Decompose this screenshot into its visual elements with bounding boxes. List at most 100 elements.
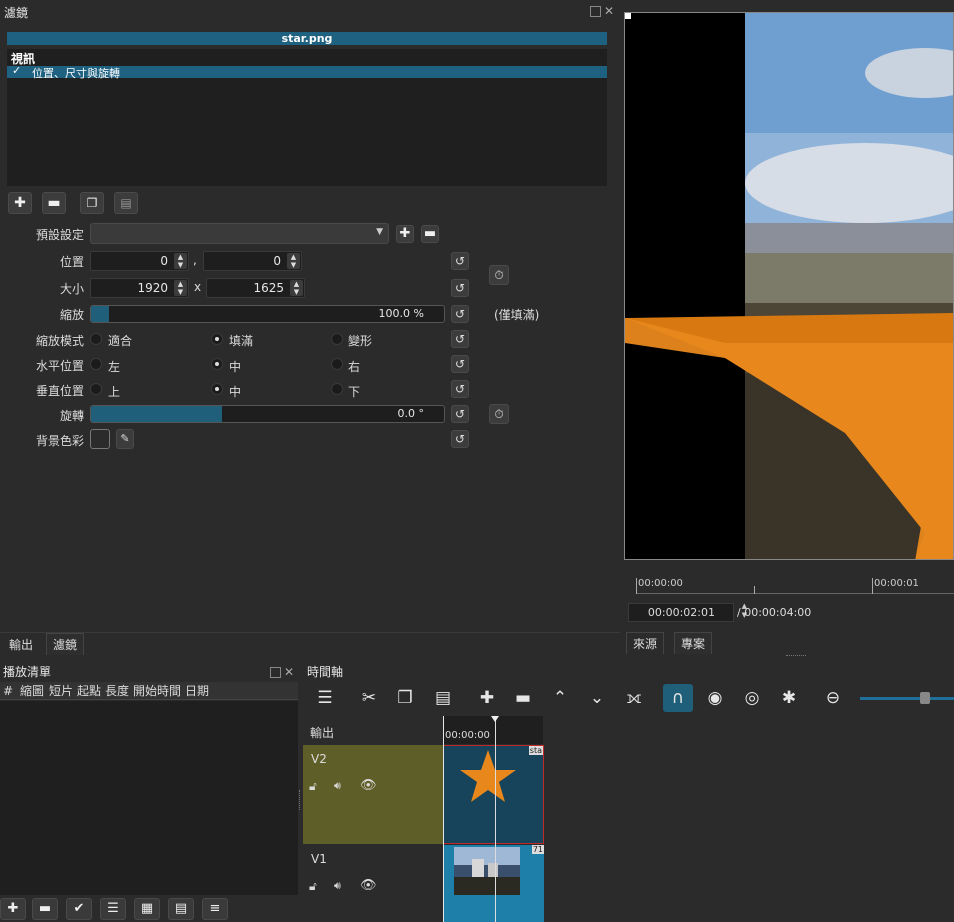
valign-radio-top[interactable] (90, 383, 102, 395)
icons-view-icon[interactable]: ▤ (168, 898, 194, 920)
remove-minus-icon[interactable]: ▬ (508, 684, 538, 712)
paste-icon[interactable]: ▤ (428, 684, 458, 712)
valign-reset-icon[interactable]: ↺ (451, 380, 469, 398)
details-view-icon[interactable]: ☰ (100, 898, 126, 920)
clip-star[interactable]: sta (443, 745, 544, 844)
copy-icon[interactable]: ❐ (390, 684, 420, 712)
zoom-slider[interactable]: 100.0 % (90, 305, 445, 323)
col-duration[interactable]: 長度 (105, 682, 129, 700)
position-x-field[interactable]: 0 ▲ ▼ (90, 251, 189, 271)
scale-mode-reset-icon[interactable]: ↺ (451, 330, 469, 348)
valign-radio-middle[interactable] (211, 383, 223, 395)
zoom-slider-track[interactable] (860, 692, 954, 704)
add-filter-button[interactable]: ✚ (8, 192, 32, 214)
mute-speaker-icon[interactable]: 🔊︎ (334, 879, 341, 893)
size-h-field[interactable]: 1625 ▲ ▼ (206, 278, 305, 298)
video-viewport[interactable] (624, 12, 954, 560)
update-check-icon[interactable]: ✔ (66, 898, 92, 920)
size-reset-icon[interactable]: ↺ (451, 279, 469, 297)
split-icon[interactable]: ⟗ (619, 684, 649, 712)
track-start-line (443, 716, 444, 922)
bgcolor-swatch[interactable] (90, 429, 110, 449)
playhead[interactable] (491, 716, 499, 922)
bgcolor-reset-icon[interactable]: ↺ (451, 430, 469, 448)
lock-icon[interactable]: 🔓︎ (309, 779, 317, 794)
track-header-v2[interactable]: V2 🔓︎ 🔊︎ 👁︎ (303, 745, 443, 844)
col-number[interactable]: # (3, 682, 13, 700)
splitter-handle[interactable] (786, 655, 806, 659)
corner-handle[interactable] (625, 13, 631, 19)
position-y-field[interactable]: 0 ▲ ▼ (203, 251, 302, 271)
tab-filters[interactable]: 濾鏡 (46, 633, 85, 655)
close-icon[interactable]: ✕ (604, 4, 614, 18)
col-start[interactable]: 開始時間 (133, 682, 181, 700)
mute-speaker-icon[interactable]: 🔊︎ (334, 779, 341, 793)
ripple-all-icon[interactable]: ✱ (774, 684, 804, 712)
scale-mode-radio-distort[interactable] (331, 333, 343, 345)
append-plus-icon[interactable]: ✚ (472, 684, 502, 712)
remove-filter-button[interactable]: ▬ (42, 192, 66, 214)
tiles-view-icon[interactable]: ▦ (134, 898, 160, 920)
float-icon[interactable] (270, 667, 281, 678)
spin-arrows-icon[interactable]: ▲ ▼ (174, 253, 187, 269)
lift-up-icon[interactable]: ⌃ (545, 684, 575, 712)
preset-select[interactable]: ▼ (90, 223, 389, 244)
ripple-target-icon[interactable]: ◎ (737, 684, 767, 712)
zoom-slider-handle[interactable] (920, 692, 930, 704)
add-button[interactable]: ✚ (0, 898, 26, 920)
snap-magnet-icon[interactable]: ∩ (663, 684, 693, 712)
tab-project[interactable]: 專案 (674, 632, 713, 654)
filter-list-item[interactable]: ✓ 位置、尺寸與旋轉 (7, 64, 607, 80)
overwrite-down-icon[interactable]: ⌄ (582, 684, 612, 712)
clip-photo[interactable]: 71 (443, 845, 544, 922)
tab-output[interactable]: 輸出 (2, 633, 41, 655)
player-ruler[interactable]: 00:00:00 00:00:01 (636, 568, 954, 594)
col-in[interactable]: 起點 (77, 682, 101, 700)
zoom-out-icon[interactable]: ⊖ (818, 684, 848, 712)
close-icon[interactable]: ✕ (284, 665, 294, 679)
size-w-field[interactable]: 1920 ▲ ▼ (90, 278, 189, 298)
scale-mode-radio-fit[interactable] (90, 333, 102, 345)
hide-eye-icon[interactable]: 👁︎ (360, 878, 377, 893)
track-header-v1[interactable]: V1 🔓︎ 🔊︎ 👁︎ (303, 845, 443, 922)
float-icon[interactable] (590, 6, 601, 17)
spin-arrows-icon[interactable]: ▲ ▼ (290, 280, 303, 296)
keyframe-stopwatch-icon[interactable]: ⏱ (489, 265, 509, 285)
add-preset-button[interactable]: ✚ (396, 225, 414, 243)
spin-arrows-icon[interactable]: ▲ ▼ (287, 253, 300, 269)
rotation-slider[interactable]: 0.0 ° (90, 405, 445, 423)
filter-list[interactable]: 視訊 ✓ 位置、尺寸與旋轉 (7, 49, 607, 186)
checkbox-check-icon[interactable]: ✓ (12, 64, 21, 77)
splitter-handle[interactable] (299, 790, 302, 810)
scale-mode-radio-fill[interactable] (211, 333, 223, 345)
menu-icon[interactable]: ≡ (202, 898, 228, 920)
zoom-reset-icon[interactable]: ↺ (451, 305, 469, 323)
timecode-field[interactable]: 00:00:02:01 ▲ ▼ (628, 602, 747, 622)
keyframe-stopwatch-icon[interactable]: ⏱ (489, 404, 509, 424)
col-clip[interactable]: 短片 (49, 682, 73, 700)
playhead-handle[interactable] (491, 716, 499, 722)
eyedropper-icon[interactable]: ✎ (116, 429, 134, 449)
valign-radio-bottom[interactable] (331, 383, 343, 395)
paste-filter-button[interactable]: ▤ (114, 192, 138, 214)
col-thumbnail[interactable]: 縮圖 (20, 682, 44, 700)
scrub-eye-icon[interactable]: ◉ (700, 684, 730, 712)
halign-reset-icon[interactable]: ↺ (451, 355, 469, 373)
position-reset-icon[interactable]: ↺ (451, 252, 469, 270)
hamburger-menu-icon[interactable]: ☰ (310, 684, 340, 712)
duration-label: / 00:00:04:00 (737, 606, 812, 619)
col-date[interactable]: 日期 (185, 682, 209, 700)
rotation-reset-icon[interactable]: ↺ (451, 405, 469, 423)
lock-icon[interactable]: 🔓︎ (309, 879, 317, 894)
tab-source[interactable]: 來源 (626, 632, 665, 654)
remove-button[interactable]: ▬ (32, 898, 58, 920)
halign-radio-right[interactable] (331, 358, 343, 370)
halign-radio-center[interactable] (211, 358, 223, 370)
halign-radio-left[interactable] (90, 358, 102, 370)
remove-preset-button[interactable]: ▬ (421, 225, 439, 243)
cut-icon[interactable]: ✂ (354, 684, 384, 712)
copy-filter-button[interactable]: ❐ (80, 192, 104, 214)
playlist-list[interactable] (0, 701, 298, 895)
spin-arrows-icon[interactable]: ▲ ▼ (174, 280, 187, 296)
hide-eye-icon[interactable]: 👁︎ (360, 778, 377, 793)
